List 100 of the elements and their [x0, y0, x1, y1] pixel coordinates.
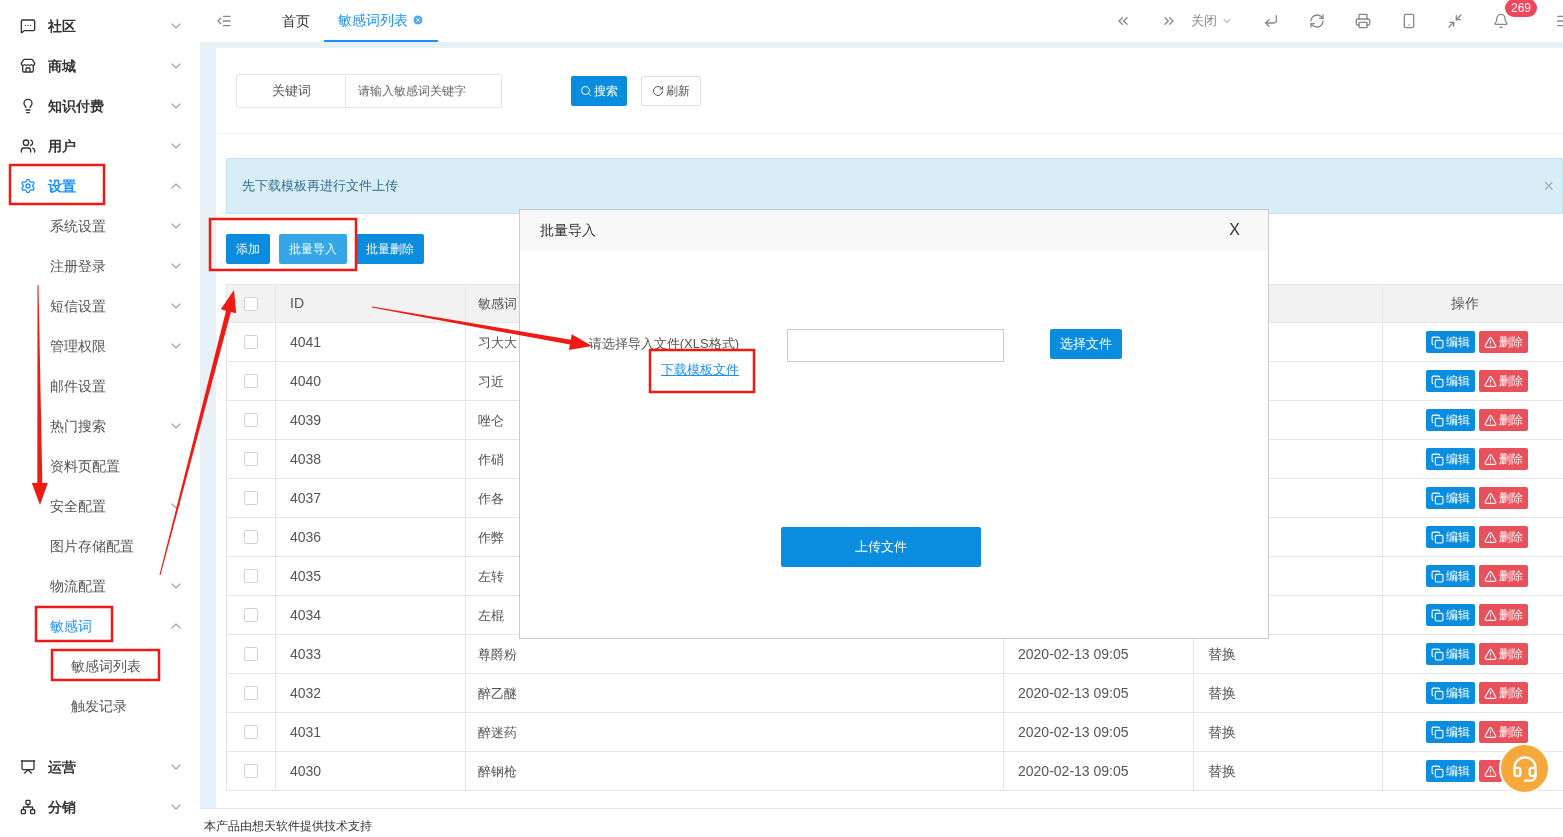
checkbox[interactable]: [244, 530, 258, 544]
edit-button[interactable]: 编辑: [1426, 487, 1475, 509]
action-button[interactable]: 添加: [226, 234, 270, 264]
checkbox[interactable]: [244, 335, 258, 349]
close-button[interactable]: X: [1229, 218, 1240, 242]
copy-icon: [1431, 452, 1444, 466]
checkbox[interactable]: [244, 491, 258, 505]
edit-button[interactable]: 编辑: [1426, 604, 1475, 626]
sidebar-item[interactable]: 商城: [0, 46, 200, 86]
alert-close[interactable]: ×: [1543, 172, 1554, 200]
warning-icon: [1484, 491, 1497, 505]
checkbox[interactable]: [244, 608, 258, 622]
file-path-field[interactable]: [787, 329, 1004, 362]
edit-button[interactable]: 编辑: [1426, 526, 1475, 548]
refresh-icon[interactable]: [1309, 13, 1325, 29]
search-field[interactable]: 关键词 请输入敏感词关键字: [236, 73, 502, 108]
checkbox[interactable]: [244, 569, 258, 583]
sidebar-item[interactable]: 分销: [0, 787, 200, 827]
edit-button[interactable]: 编辑: [1426, 565, 1475, 587]
sidebar-item[interactable]: 邮件设置: [0, 366, 200, 406]
search-button[interactable]: 搜索: [571, 75, 627, 106]
delete-button[interactable]: 删除: [1479, 448, 1528, 470]
keyword-input[interactable]: 请输入敏感词关键字: [346, 74, 501, 107]
sidebar-item[interactable]: 热门搜索: [0, 406, 200, 446]
sidebar-item[interactable]: 敏感词: [0, 606, 200, 646]
sidebar-item[interactable]: 图片存储配置: [0, 526, 200, 566]
checkbox[interactable]: [244, 452, 258, 466]
sidebar-item[interactable]: 注册登录: [0, 246, 200, 286]
dialog-title: 批量导入: [540, 220, 597, 240]
edit-button[interactable]: 编辑: [1426, 370, 1475, 392]
sidebar-item[interactable]: 用户: [0, 126, 200, 166]
printer-icon[interactable]: [1355, 13, 1371, 29]
delete-button[interactable]: 删除: [1479, 565, 1528, 587]
table-cell: 2020-02-13 09:05: [1018, 723, 1129, 740]
edit-button[interactable]: 编辑: [1426, 721, 1475, 743]
sidebar-item[interactable]: 运营: [0, 747, 200, 787]
users-icon: [20, 138, 36, 154]
menu-collapse-icon[interactable]: [216, 13, 232, 29]
sidebar-item[interactable]: 系统设置: [0, 206, 200, 246]
table-cell: 作各: [478, 490, 504, 506]
table-cell: 4035: [290, 567, 322, 584]
edit-button[interactable]: 编辑: [1426, 409, 1475, 431]
sidebar-item[interactable]: 短信设置: [0, 286, 200, 326]
sidebar-item[interactable]: 社区: [0, 6, 200, 46]
copy-icon: [1431, 530, 1444, 544]
delete-button[interactable]: 删除: [1479, 370, 1528, 392]
delete-button[interactable]: 删除: [1479, 526, 1528, 548]
warning-icon: [1484, 725, 1497, 739]
action-button[interactable]: 批量删除: [356, 234, 424, 264]
sidebar-item[interactable]: 知识付费: [0, 86, 200, 126]
edit-button[interactable]: 编辑: [1426, 643, 1475, 665]
phone-icon[interactable]: [1401, 13, 1417, 29]
download-template-link[interactable]: 下载模板文件: [661, 359, 739, 379]
choose-file-button[interactable]: 选择文件: [1050, 329, 1122, 359]
alert-text: 先下载模板再进行文件上传: [242, 177, 399, 196]
delete-button[interactable]: [1479, 760, 1502, 782]
sidebar-item[interactable]: 物流配置: [0, 566, 200, 606]
checkbox[interactable]: [244, 686, 258, 700]
delete-button[interactable]: 删除: [1479, 643, 1528, 665]
edit-button[interactable]: 编辑: [1426, 682, 1475, 704]
refresh-button[interactable]: 刷新: [641, 75, 701, 106]
shrink-icon[interactable]: [1447, 13, 1463, 29]
table-cell: 尊爵粉: [478, 646, 517, 662]
delete-button[interactable]: 删除: [1479, 721, 1528, 743]
action-button[interactable]: 批量导入: [279, 234, 347, 264]
delete-button[interactable]: 删除: [1479, 409, 1528, 431]
copy-icon: [1431, 413, 1444, 427]
edit-button[interactable]: 编辑: [1426, 760, 1475, 782]
checkbox[interactable]: [244, 413, 258, 427]
close-menu[interactable]: 关闭: [1191, 11, 1233, 31]
checkbox[interactable]: [244, 764, 258, 778]
delete-button[interactable]: 删除: [1479, 682, 1528, 704]
delete-button[interactable]: 删除: [1479, 487, 1528, 509]
table-cell: 替换: [1208, 684, 1236, 701]
copy-icon: [1431, 374, 1444, 388]
upload-button[interactable]: 上传文件: [781, 527, 981, 567]
sidebar-item[interactable]: 资料页配置: [0, 446, 200, 486]
tab[interactable]: 敏感词列表: [324, 0, 438, 42]
edit-button[interactable]: 编辑: [1426, 448, 1475, 470]
return-icon[interactable]: [1263, 13, 1279, 29]
edit-button[interactable]: 编辑: [1426, 331, 1475, 353]
sidebar-item[interactable]: 设置: [0, 166, 200, 206]
delete-button[interactable]: 删除: [1479, 604, 1528, 626]
table-cell: 4037: [290, 489, 322, 506]
tab[interactable]: 首页: [268, 0, 324, 42]
delete-button[interactable]: 删除: [1479, 331, 1528, 353]
close-icon[interactable]: [412, 14, 424, 26]
chat-icon: [20, 18, 36, 34]
warning-icon: [1484, 335, 1497, 349]
table-cell: 唑仑: [478, 412, 504, 428]
checkbox[interactable]: [244, 374, 258, 388]
checkbox[interactable]: [244, 725, 258, 739]
table-cell: 作弊: [478, 529, 504, 545]
checkbox[interactable]: [244, 296, 258, 311]
sidebar-item[interactable]: 触发记录: [0, 686, 200, 726]
sidebar-item[interactable]: 敏感词列表: [0, 646, 200, 686]
lightbulb-icon: [20, 98, 36, 114]
bell-icon[interactable]: [1493, 13, 1509, 29]
checkbox[interactable]: [244, 647, 258, 661]
sidebar-item[interactable]: 管理权限: [0, 326, 200, 366]
